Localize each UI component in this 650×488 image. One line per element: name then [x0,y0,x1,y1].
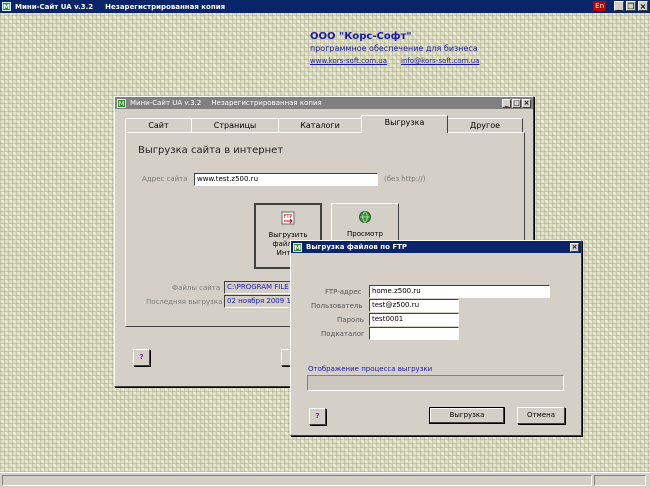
password-input[interactable]: test0001 [369,313,459,326]
company-info: ООО "Корс-Софт" программное обеспечение … [310,31,479,65]
subdir-label: Подкаталог [321,330,365,338]
cancel-button[interactable]: Отмена [517,407,565,424]
status-bar [0,472,650,488]
tab-pages[interactable]: Страницы [191,118,279,133]
help-button[interactable]: ? [133,349,150,366]
site-address-hint: (без http://) [384,175,426,183]
close-icon[interactable]: × [522,98,531,108]
close-icon[interactable]: × [570,242,579,252]
site-files-label: Файлы сайта [172,284,221,292]
company-tagline: программное обеспечение для бизнеса [310,44,478,53]
main-dialog-title: Мини-Сайт UA v.3.2 [130,99,202,107]
upload-progress-bar [307,375,564,391]
ftp-dialog-titlebar: M Выгрузка файлов по FTP × [291,241,581,253]
password-label: Пароль [337,316,364,324]
site-files-value: C:\PROGRAM FILE [224,281,294,294]
tab-bar: Сайт Страницы Каталоги Выгрузка Другое [125,115,523,133]
tab-other[interactable]: Другое [447,118,523,133]
email-link[interactable]: info@kors-soft.com.ua [401,57,479,65]
tab-catalogs[interactable]: Каталоги [278,118,362,133]
status-panel-secondary [594,475,646,486]
dialog-app-icon: M [117,98,126,108]
main-dialog-subtitle: Незарегистрированная копия [211,99,322,107]
app-subtitle: Незарегистрированная копия [105,2,226,11]
progress-label: Отображение процесса выгрузки [308,365,433,373]
ftp-address-input[interactable]: home.z500.ru [369,285,550,298]
last-upload-label: Последняя выгрузка [146,298,223,306]
site-address-input[interactable]: www.test.z500.ru [194,173,378,186]
restore-icon[interactable]: ❐ [626,1,636,11]
maximize-icon[interactable]: □ [512,98,521,108]
upload-heading: Выгрузка сайта в интернет [138,145,284,156]
app-title: Мини-Сайт UA v.3.2 [15,2,94,11]
language-indicator[interactable]: En [593,1,606,11]
svg-text:FTP: FTP [284,214,293,220]
close-icon[interactable]: × [638,1,648,11]
ftp-dialog-icon: M [293,242,302,252]
last-upload-value: 02 ноября 2009 1 [224,295,294,308]
status-panel-main [2,475,592,486]
minimize-icon[interactable]: _ [502,98,511,108]
user-input[interactable]: test@z500.ru [369,299,459,312]
company-name: ООО "Корс-Софт" [310,31,412,42]
ftp-dialog-title: Выгрузка файлов по FTP [306,243,408,251]
globe-icon [359,211,371,224]
site-address-label: Адрес сайта [142,175,188,183]
ftp-dialog: M Выгрузка файлов по FTP × FTP-адрес hom… [290,240,582,436]
tab-site[interactable]: Сайт [125,118,192,133]
ftp-address-label: FTP-адрес [325,288,362,296]
user-label: Пользователь [311,302,363,310]
help-button[interactable]: ? [309,408,326,425]
website-link[interactable]: www.kors-soft.com.ua [310,57,387,65]
app-icon: M [2,2,11,11]
subdir-input[interactable] [369,327,459,340]
main-dialog-titlebar: M Мини-Сайт UA v.3.2 Незарегистрированна… [115,97,533,109]
ftp-icon: FTP [281,211,295,225]
tab-upload[interactable]: Выгрузка [361,115,448,133]
minimize-icon[interactable]: _ [614,1,624,11]
app-titlebar: M Мини-Сайт UA v.3.2 Незарегистрированна… [0,0,650,13]
upload-button[interactable]: Выгрузка [429,407,505,424]
